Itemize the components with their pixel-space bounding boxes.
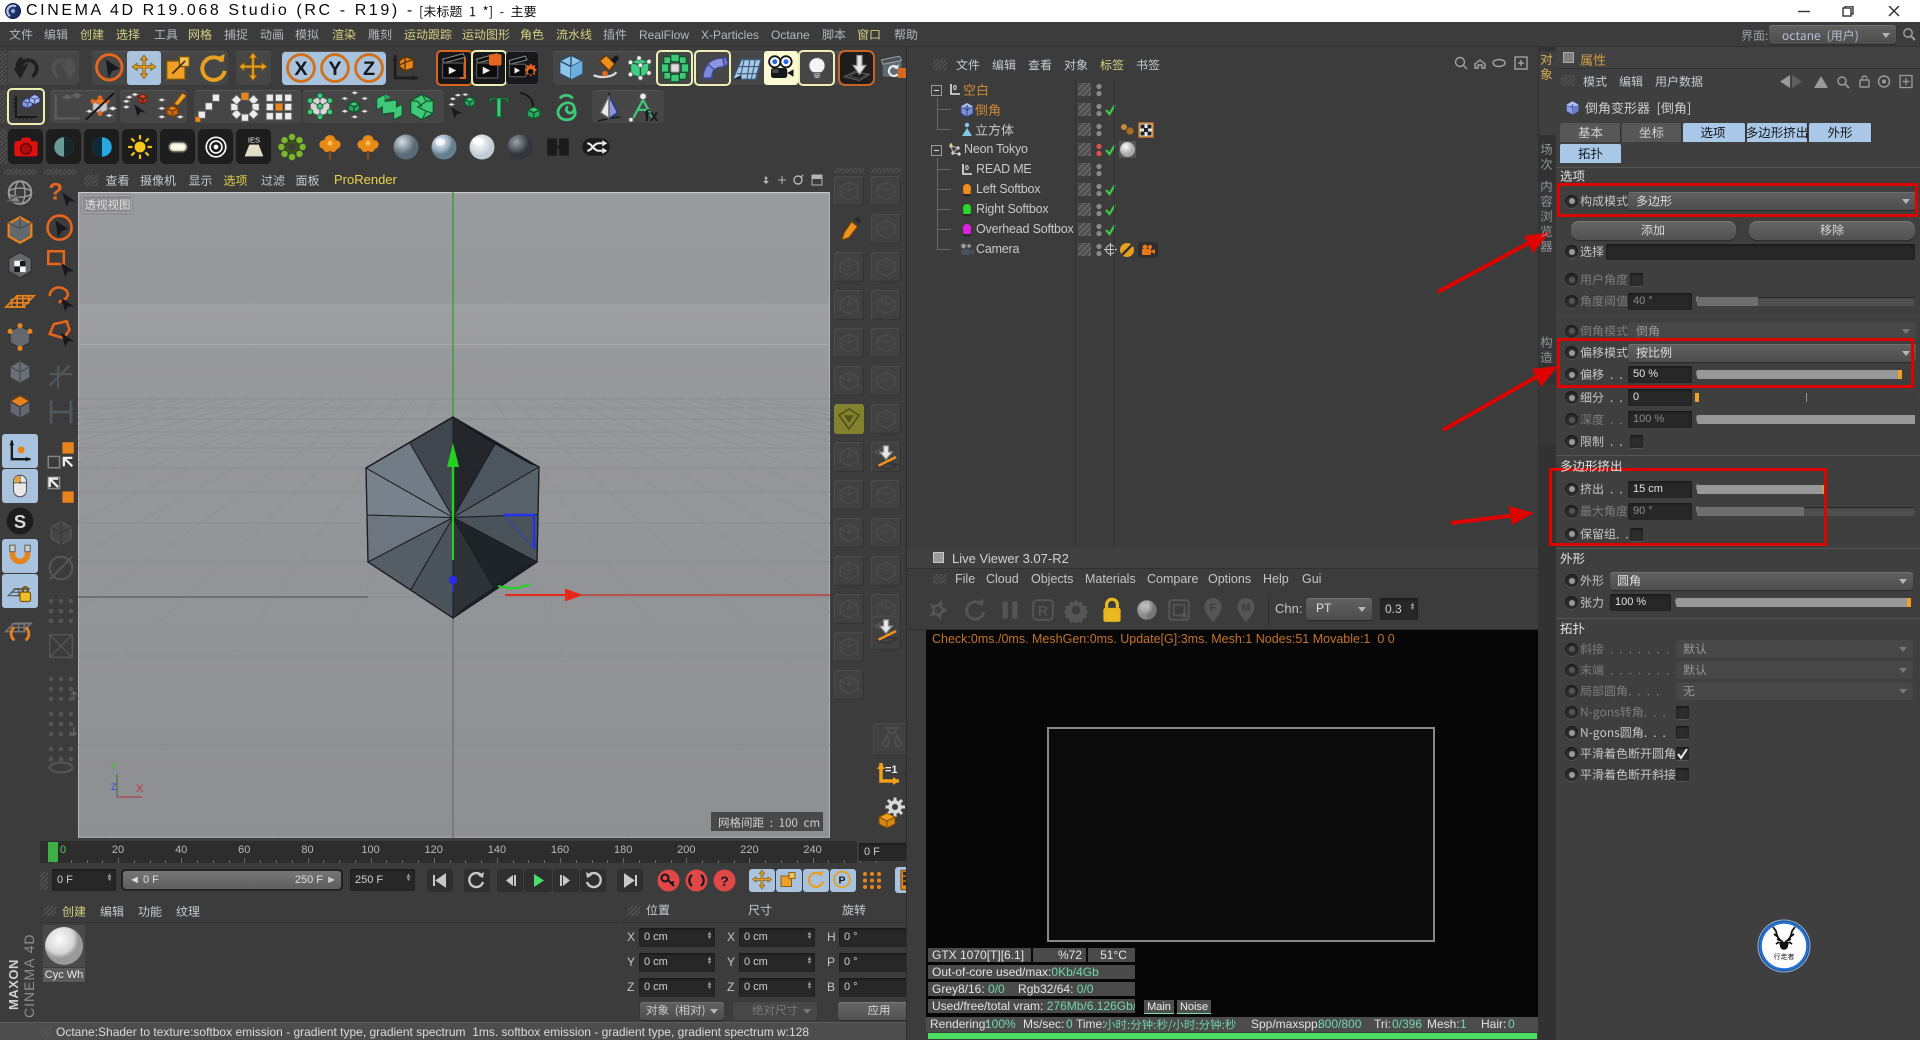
svg-text:X: X (136, 783, 144, 795)
svg-text:?: ? (720, 873, 729, 889)
svg-text:Z: Z (363, 58, 375, 80)
svg-text:M: M (1241, 602, 1250, 614)
svg-text:0: 0 (965, 165, 969, 172)
svg-text:P: P (838, 874, 845, 886)
svg-text:0: 0 (953, 85, 957, 92)
svg-text:?: ? (48, 179, 63, 206)
svg-text:S: S (14, 511, 26, 532)
svg-text:Y: Y (328, 58, 341, 80)
svg-text:Y: Y (110, 761, 118, 773)
svg-text:=1: =1 (885, 764, 898, 776)
svg-text:T: T (490, 93, 509, 124)
svg-text:fx: fx (644, 108, 658, 124)
svg-text:R: R (1038, 602, 1048, 618)
svg-text:Z: Z (111, 782, 117, 792)
svg-text:X: X (294, 58, 308, 80)
svg-text:F: F (1210, 602, 1217, 614)
svg-text:IES: IES (247, 135, 259, 144)
